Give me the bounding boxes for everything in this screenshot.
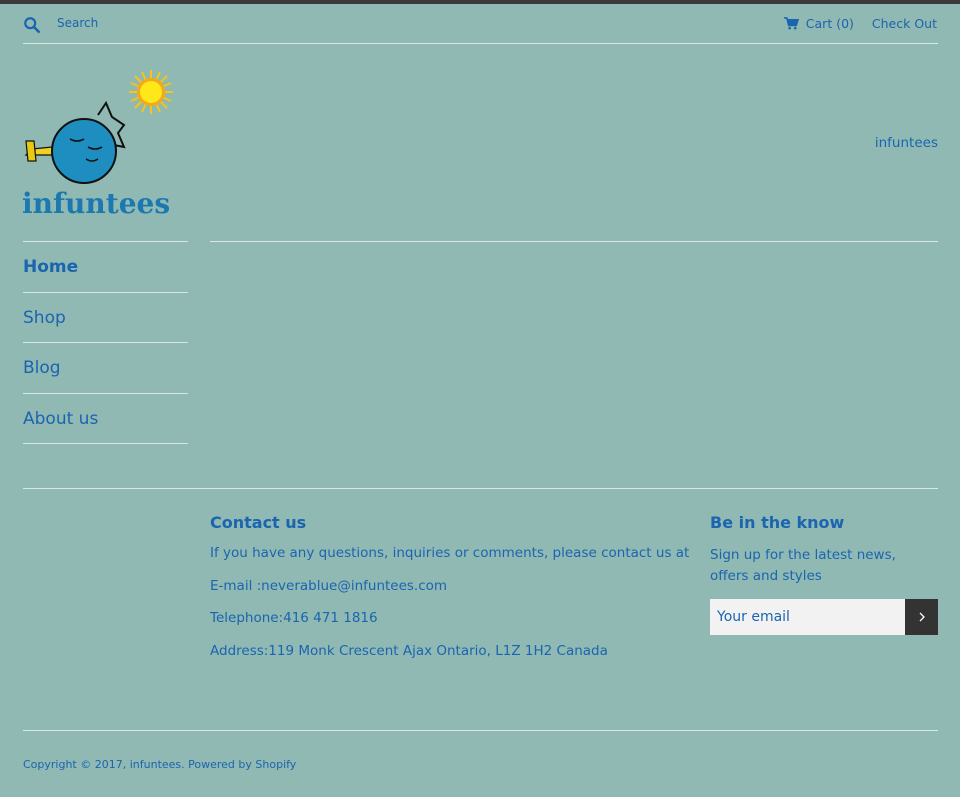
shop-name: infuntees (874, 135, 938, 151)
cart-link[interactable]: Cart (0) (806, 16, 854, 31)
newsletter-section: Be in the know Sign up for the latest ne… (710, 513, 938, 636)
sun-icon (129, 70, 173, 114)
contact-address: Address:119 Monk Crescent Ajax Ontario, … (210, 642, 608, 659)
newsletter-form (710, 599, 938, 636)
contact-section: Contact us If you have any questions, in… (210, 513, 690, 675)
contact-email: E-mail :neverablue@infuntees.com (210, 577, 448, 594)
nav-item-about-us[interactable]: About us (23, 394, 188, 444)
copyright-divider (23, 730, 938, 731)
contact-intro: If you have any questions, inquiries or … (210, 545, 690, 561)
nav-item-blog[interactable]: Blog (23, 343, 188, 394)
nav-divider (23, 241, 188, 242)
top-border (0, 0, 960, 4)
contact-title: Contact us (210, 513, 307, 532)
search-icon[interactable] (23, 16, 41, 34)
header-divider (23, 43, 938, 44)
chevron-right-icon (919, 612, 925, 622)
newsletter-title: Be in the know (710, 513, 845, 532)
nav-item-shop[interactable]: Shop (23, 293, 188, 343)
contact-phone: Telephone:416 471 1816 (210, 610, 378, 626)
logo[interactable]: infuntees (22, 67, 177, 217)
subscribe-button[interactable] (905, 599, 938, 635)
nav-item-home[interactable]: Home (23, 242, 188, 293)
checkout-link[interactable]: Check Out (872, 16, 937, 31)
copyright: Copyright © 2017, infuntees. Powered by … (23, 758, 297, 771)
email-input[interactable] (710, 599, 905, 635)
search-form (23, 12, 357, 34)
cart-icon[interactable] (783, 17, 799, 30)
logo-text: infuntees (22, 187, 170, 217)
newsletter-text: Sign up for the latest news, offers and … (710, 547, 896, 584)
character-icon (24, 100, 126, 184)
search-input[interactable] (57, 13, 357, 33)
footer-divider (23, 488, 938, 489)
content-divider (210, 241, 938, 242)
cart-nav: Cart (0) Check Out (783, 16, 937, 31)
main-nav: Home Shop Blog About us (23, 241, 188, 444)
